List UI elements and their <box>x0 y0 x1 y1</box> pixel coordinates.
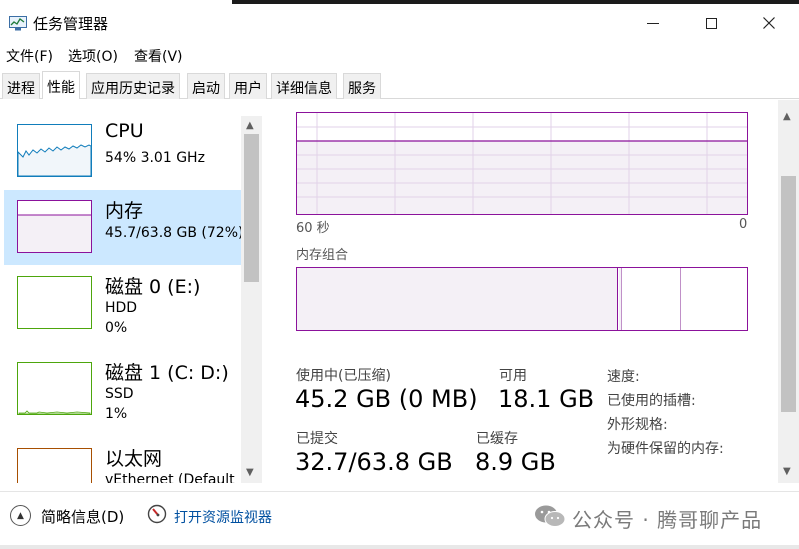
resource-detail: SSD <box>105 386 134 402</box>
memory-thumbnail-graph <box>17 200 92 253</box>
memory-usage-grid <box>297 113 747 214</box>
composition-standby-segment <box>623 268 681 330</box>
resource-title: 磁盘 1 (C: D:) <box>105 362 229 384</box>
maximize-icon <box>705 17 717 29</box>
menu-view[interactable]: 查看(V) <box>134 46 183 66</box>
window-title: 任务管理器 <box>33 15 109 33</box>
resource-title: 以太网 <box>105 448 163 470</box>
menu-file[interactable]: 文件(F) <box>6 46 53 66</box>
menu-options[interactable]: 选项(O) <box>68 46 118 66</box>
hardware-reserved-label: 为硬件保留的内存: <box>607 441 724 457</box>
speed-label: 速度: <box>607 369 640 385</box>
memory-composition-bar <box>296 267 748 331</box>
resource-detail: 54% 3.01 GHz <box>105 150 205 166</box>
minimize-icon <box>647 22 659 24</box>
scroll-down-arrow-icon[interactable]: ▼ <box>783 466 791 477</box>
window-bottom-border <box>0 545 799 549</box>
resource-monitor-icon[interactable] <box>147 504 167 524</box>
scroll-up-arrow-icon[interactable]: ▲ <box>783 111 791 122</box>
committed-value: 32.7/63.8 GB <box>295 448 453 476</box>
resource-title: 内存 <box>105 200 144 222</box>
cached-value: 8.9 GB <box>475 448 556 476</box>
close-icon <box>763 17 775 29</box>
resource-title: CPU <box>105 120 144 142</box>
menu-bar: 文件(F) 选项(O) 查看(V) <box>0 44 799 66</box>
resource-list: CPU 54% 3.01 GHz 内存 45.7/63.8 GB (72%) 磁… <box>0 100 262 483</box>
composition-modified-segment <box>619 268 622 330</box>
resource-item-ethernet[interactable]: 以太网 vEthernet (Default <box>4 438 241 483</box>
committed-label: 已提交 <box>296 431 338 447</box>
composition-free-segment <box>682 268 747 330</box>
maximize-button[interactable] <box>688 8 734 38</box>
tab-startup[interactable]: 启动 <box>187 73 225 99</box>
resource-item-disk-0[interactable]: 磁盘 0 (E:) HDD 0% <box>4 266 241 341</box>
disk1-thumbnail-graph <box>17 362 92 415</box>
tab-processes[interactable]: 进程 <box>2 73 40 99</box>
ethernet-thumbnail-graph <box>17 448 92 483</box>
resource-title: 磁盘 0 (E:) <box>105 276 201 298</box>
fewer-details-button[interactable]: 简略信息(D) <box>41 506 124 527</box>
fewer-details-icon[interactable]: ▲ <box>10 505 31 526</box>
graph-axis-right-label: 0 <box>739 217 748 232</box>
title-bar: 任务管理器 <box>0 4 799 42</box>
tab-app-history[interactable]: 应用历史记录 <box>86 73 180 99</box>
slots-used-label: 已使用的插槽: <box>607 393 696 409</box>
tab-performance[interactable]: 性能 <box>42 71 80 99</box>
task-manager-icon <box>9 16 27 31</box>
minimize-button[interactable] <box>630 8 676 38</box>
resource-item-memory[interactable]: 内存 45.7/63.8 GB (72%) <box>4 190 244 265</box>
wechat-watermark-icon <box>535 505 566 527</box>
tab-users[interactable]: 用户 <box>229 73 267 99</box>
details-scroll-thumb[interactable] <box>781 176 796 412</box>
resource-detail: HDD <box>105 300 138 316</box>
available-value: 18.1 GB <box>498 385 595 413</box>
tab-details[interactable]: 详细信息 <box>271 73 337 99</box>
tab-bar: 进程 性能 应用历史记录 启动 用户 详细信息 服务 <box>0 71 799 99</box>
watermark-text: 公众号 · 腾哥聊产品 <box>572 508 763 532</box>
resource-usage: 1% <box>105 406 128 422</box>
resource-item-cpu[interactable]: CPU 54% 3.01 GHz <box>4 114 241 189</box>
resource-detail: 45.7/63.8 GB (72%) <box>105 225 244 241</box>
graph-axis-left-label: 60 秒 <box>296 221 330 236</box>
form-factor-label: 外形规格: <box>607 417 668 433</box>
available-label: 可用 <box>499 368 527 384</box>
tab-services[interactable]: 服务 <box>343 73 381 99</box>
resource-detail: vEthernet (Default <box>105 472 235 483</box>
in-use-value: 45.2 GB (0 MB) <box>295 385 478 413</box>
memory-usage-graph <box>296 112 748 215</box>
scroll-down-arrow-icon[interactable]: ▼ <box>246 467 254 478</box>
close-button[interactable] <box>746 8 792 38</box>
cached-label: 已缓存 <box>476 431 518 447</box>
composition-in-use-segment <box>297 268 618 330</box>
memory-composition-label: 内存组合 <box>296 248 349 263</box>
resource-list-scroll-thumb[interactable] <box>244 134 259 282</box>
resource-usage: 0% <box>105 320 128 336</box>
disk0-thumbnail-graph <box>17 276 92 329</box>
open-resource-monitor-link[interactable]: 打开资源监视器 <box>174 507 272 527</box>
scroll-up-arrow-icon[interactable]: ▲ <box>246 120 254 131</box>
in-use-label: 使用中(已压缩) <box>296 368 391 384</box>
resource-item-disk-1[interactable]: 磁盘 1 (C: D:) SSD 1% <box>4 352 241 427</box>
cpu-thumbnail-graph <box>17 124 92 177</box>
